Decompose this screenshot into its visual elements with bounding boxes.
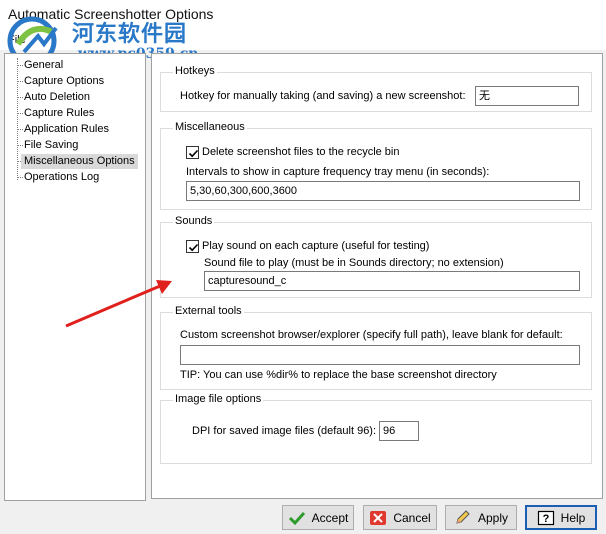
sidebar-item-capture-rules[interactable]: Capture Rules <box>21 106 97 121</box>
play-sound-label: Play sound on each capture (useful for t… <box>202 240 430 252</box>
browser-path-label: Custom screenshot browser/explorer (spec… <box>180 329 563 341</box>
external-tools-title: External tools <box>173 305 244 317</box>
pencil-icon <box>456 509 470 524</box>
help-button[interactable]: ? Help <box>525 505 597 530</box>
cancel-x-icon <box>370 510 387 525</box>
tip-text: TIP: You can use %dir% to replace the ba… <box>180 369 497 381</box>
miscellaneous-title: Miscellaneous <box>173 121 247 133</box>
sidebar-item-miscellaneous-options[interactable]: Miscellaneous Options <box>21 154 138 169</box>
menu-file[interactable]: File <box>8 34 26 46</box>
sidebar-item-capture-options[interactable]: Capture Options <box>21 74 107 89</box>
hotkey-input[interactable]: 无 <box>475 86 579 106</box>
apply-label: Apply <box>477 510 509 525</box>
accept-button[interactable]: Accept <box>282 505 354 530</box>
apply-button[interactable]: Apply <box>445 505 517 530</box>
sound-file-label: Sound file to play (must be in Sounds di… <box>204 257 504 269</box>
checkmark-icon <box>288 511 305 525</box>
menu-bar: File <box>0 30 606 50</box>
checkmark-icon <box>188 243 199 252</box>
cancel-button[interactable]: Cancel <box>363 505 437 530</box>
dpi-input[interactable]: 96 <box>379 421 419 441</box>
play-sound-checkbox[interactable] <box>186 240 199 253</box>
options-panel: Hotkeys Hotkey for manually taking (and … <box>151 53 603 499</box>
intervals-label: Intervals to show in capture frequency t… <box>186 166 490 178</box>
intervals-input[interactable]: 5,30,60,300,600,3600 <box>186 181 580 201</box>
image-options-group: Image file options DPI for saved image f… <box>160 393 592 464</box>
sidebar-item-operations-log[interactable]: Operations Log <box>21 170 102 185</box>
help-icon: ? <box>537 510 554 525</box>
sidebar-item-application-rules[interactable]: Application Rules <box>21 122 112 137</box>
hotkey-label: Hotkey for manually taking (and saving) … <box>180 90 466 102</box>
sounds-group: Sounds Play sound on each capture (usefu… <box>160 215 592 298</box>
dpi-label: DPI for saved image files (default 96): <box>192 425 377 437</box>
options-tree[interactable]: General Capture Options Auto Deletion Ca… <box>4 53 146 501</box>
sidebar-item-general[interactable]: General <box>21 58 66 73</box>
browser-path-input[interactable] <box>180 345 580 365</box>
image-options-title: Image file options <box>173 393 264 405</box>
sounds-title: Sounds <box>173 215 215 227</box>
miscellaneous-group: Miscellaneous Delete screenshot files to… <box>160 121 592 210</box>
accept-label: Accept <box>311 510 349 525</box>
sound-file-input[interactable]: capturesound_c <box>204 271 580 291</box>
external-tools-group: External tools Custom screenshot browser… <box>160 305 592 390</box>
title-bar: Automatic Screenshotter Options <box>0 0 606 30</box>
cancel-label: Cancel <box>393 510 431 525</box>
svg-text:?: ? <box>542 513 549 525</box>
window-title: Automatic Screenshotter Options <box>8 6 214 22</box>
delete-recycle-checkbox[interactable] <box>186 146 199 159</box>
help-label: Help <box>560 510 586 525</box>
checkmark-icon <box>188 149 199 158</box>
sidebar-item-file-saving[interactable]: File Saving <box>21 138 81 153</box>
delete-recycle-label: Delete screenshot files to the recycle b… <box>202 146 400 158</box>
hotkeys-group: Hotkeys Hotkey for manually taking (and … <box>160 65 592 112</box>
hotkeys-title: Hotkeys <box>173 65 217 77</box>
sidebar-item-auto-deletion[interactable]: Auto Deletion <box>21 90 93 105</box>
